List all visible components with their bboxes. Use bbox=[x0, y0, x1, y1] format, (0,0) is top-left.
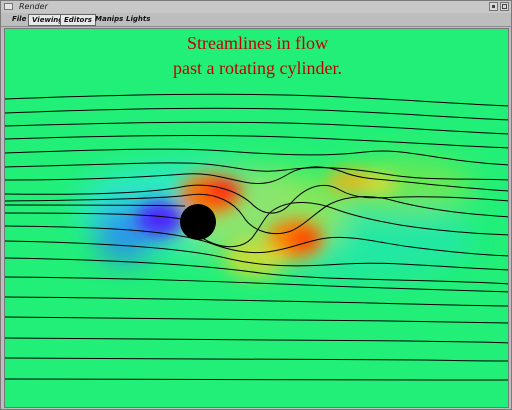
maximize-button[interactable] bbox=[500, 2, 509, 11]
menu-lights[interactable]: Lights bbox=[123, 14, 153, 24]
menu-file[interactable]: File bbox=[9, 14, 29, 24]
render-title-line-1: Streamlines in flow bbox=[187, 33, 328, 53]
menu-editors[interactable]: Editors bbox=[60, 14, 96, 26]
menu-bar: File Viewing Editors Manips Lights bbox=[1, 13, 511, 27]
window-menu-icon[interactable] bbox=[4, 3, 13, 10]
window-title: Render bbox=[19, 2, 48, 11]
menu-manips[interactable]: Manips bbox=[92, 14, 126, 24]
render-title-line-2: past a rotating cylinder. bbox=[173, 58, 342, 78]
minimize-button[interactable] bbox=[489, 2, 498, 11]
render-window: Render File Viewing Editors Manips Light… bbox=[0, 0, 512, 410]
render-viewport[interactable]: Streamlines in flow past a rotating cyli… bbox=[4, 28, 509, 408]
rotating-cylinder bbox=[180, 204, 216, 240]
flow-visualization bbox=[5, 29, 508, 407]
